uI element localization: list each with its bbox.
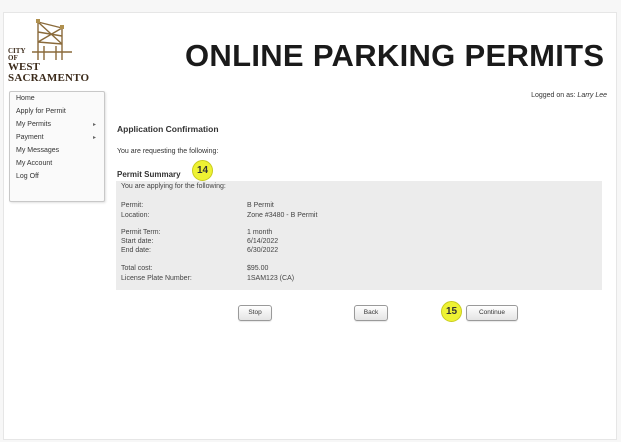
row-label: End date: [121, 247, 151, 254]
row-value: 6/30/2022 [247, 247, 279, 254]
row-label: Location: [121, 212, 150, 219]
sidebar-nav: Home Apply for Permit My Permits ▸ Paymen… [9, 91, 105, 202]
chevron-right-icon: ▸ [92, 122, 96, 128]
row-value: 6/14/2022 [247, 238, 279, 245]
sidebar-item-label: Payment [16, 134, 44, 141]
row-value: 1 month [247, 229, 273, 236]
chevron-right-icon: ▸ [92, 135, 96, 141]
sidebar-item-label: Log Off [16, 173, 39, 180]
sidebar-item-my-account[interactable]: My Account [10, 158, 104, 170]
sidebar-item-apply-for-permit[interactable]: Apply for Permit [10, 106, 104, 118]
section-title: Application Confirmation [117, 124, 219, 134]
sidebar-item-label: Apply for Permit [16, 108, 66, 115]
logged-user: Larry Lee [577, 92, 607, 99]
sidebar-item-home[interactable]: Home [10, 93, 104, 105]
applying-text: You are applying for the following: [121, 183, 226, 190]
row-label: License Plate Number: [121, 275, 192, 282]
row-value: $95.00 [247, 265, 269, 272]
step-marker-14: 14 [192, 160, 213, 181]
sidebar-item-payment[interactable]: Payment ▸ [10, 132, 104, 144]
summary-row-permit-term: Permit Term: 1 month [121, 229, 421, 238]
page-title: ONLINE PARKING PERMITS [185, 38, 605, 73]
logo-wordmark: CITY OF WEST SACRAMENTO [8, 48, 89, 84]
requesting-text: You are requesting the following: [117, 148, 219, 155]
row-value: B Permit [247, 202, 274, 209]
summary-row-start-date: Start date: 6/14/2022 [121, 238, 421, 247]
summary-row-location: Location: Zone #3480 - B Permit [121, 212, 421, 221]
permit-summary-title: Permit Summary [117, 170, 181, 179]
sidebar-item-label: My Account [16, 160, 53, 167]
sidebar-item-my-messages[interactable]: My Messages [10, 145, 104, 157]
logged-on-status: Logged on as: Larry Lee [531, 92, 607, 99]
summary-row-license-plate: License Plate Number: 1SAM123 (CA) [121, 275, 421, 284]
back-button[interactable]: Back [354, 305, 388, 321]
stop-button[interactable]: Stop [238, 305, 272, 321]
logo-sacramento: SACRAMENTO [8, 72, 90, 84]
row-label: Start date: [121, 238, 154, 245]
row-value: Zone #3480 - B Permit [247, 212, 318, 219]
sidebar-item-log-off[interactable]: Log Off [10, 171, 104, 183]
continue-button[interactable]: Continue [466, 305, 518, 321]
sidebar-item-label: Home [16, 95, 35, 102]
summary-row-total-cost: Total cost: $95.00 [121, 265, 421, 274]
summary-row-end-date: End date: 6/30/2022 [121, 247, 421, 256]
row-label: Permit: [121, 202, 144, 209]
row-label: Permit Term: [121, 229, 161, 236]
sidebar-item-label: My Messages [16, 147, 60, 154]
logged-prefix: Logged on as: [531, 92, 578, 99]
city-logo[interactable]: CITY OF WEST SACRAMENTO [8, 18, 100, 84]
summary-row-permit: Permit: B Permit [121, 202, 421, 211]
sidebar-item-my-permits[interactable]: My Permits ▸ [10, 119, 104, 131]
row-value: 1SAM123 (CA) [247, 275, 295, 282]
step-marker-15: 15 [441, 301, 462, 322]
row-label: Total cost: [121, 265, 153, 272]
logo-city: CITY [8, 47, 26, 55]
sidebar-item-label: My Permits [16, 121, 51, 128]
